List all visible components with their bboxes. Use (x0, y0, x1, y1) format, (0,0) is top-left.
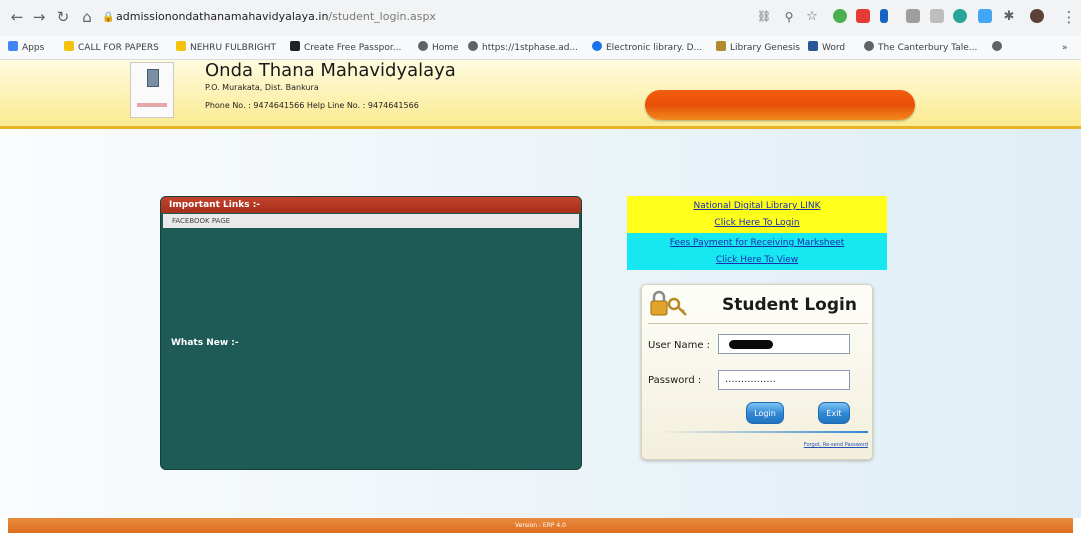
fees-view-link[interactable]: Click Here To View (627, 252, 887, 269)
footer: Version : ERP 4.0 (8, 518, 1073, 533)
address-bar[interactable]: 🔒 admissionondathanamahavidyalaya.in/stud… (102, 6, 742, 28)
ndl-box: National Digital Library LINK Click Here… (627, 196, 887, 233)
exit-button[interactable]: Exit (818, 402, 850, 424)
avatar[interactable] (1030, 9, 1044, 23)
bookmark-item[interactable]: Home (418, 41, 459, 55)
college-phone: Phone No. : 9474641566 Help Line No. : 9… (205, 101, 419, 110)
url-host: admissionondathanamahavidyalaya.in (116, 10, 329, 23)
password-field[interactable]: ................ (718, 370, 850, 390)
divider (664, 431, 868, 433)
back-arrow-icon[interactable]: ← (8, 8, 26, 26)
bookmark-item[interactable]: Library Genesis (716, 41, 800, 55)
password-label: Password : (648, 375, 702, 386)
login-button[interactable]: Login (746, 402, 784, 424)
divider (648, 323, 868, 324)
bookmark-item[interactable] (992, 41, 1006, 55)
extension-icon[interactable] (906, 9, 920, 23)
extension-icon[interactable] (880, 9, 888, 23)
puzzle-icon[interactable]: ✱ (1000, 8, 1018, 26)
bookmarks-bar: Apps CALL FOR PAPERS NEHRU FULBRIGHT Cre… (0, 36, 1081, 60)
ndl-link[interactable]: National Digital Library LINK (627, 196, 887, 215)
logo-text-strip (133, 91, 171, 99)
star-icon[interactable]: ☆ (803, 8, 821, 26)
home-icon[interactable]: ⌂ (78, 8, 96, 26)
bookmark-item[interactable]: NEHRU FULBRIGHT (176, 41, 276, 55)
bookmark-item[interactable]: Word (808, 41, 845, 55)
bookmark-site-icon (290, 41, 300, 51)
bookmark-item[interactable]: Electronic library. D... (592, 41, 702, 55)
globe-icon (864, 41, 874, 51)
extension-icon[interactable] (953, 9, 967, 23)
forward-arrow-icon[interactable]: → (30, 8, 48, 26)
extension-icon[interactable] (856, 9, 870, 23)
word-icon (808, 41, 818, 51)
login-title: Student Login (722, 295, 857, 315)
important-links-heading: Important Links :- (161, 197, 581, 213)
apps-icon (8, 41, 18, 51)
extension-icon[interactable] (978, 9, 992, 23)
college-address: P.O. Murakata, Dist. Bankura (205, 83, 319, 92)
lock-key-icon (650, 290, 687, 316)
fees-box: Fees Payment for Receiving Marksheet Cli… (627, 233, 887, 270)
more-menu-icon[interactable]: ⋮ (1060, 8, 1078, 26)
extension-icon[interactable] (833, 9, 847, 23)
bookmark-site-icon (716, 41, 726, 51)
globe-icon (592, 41, 602, 51)
important-links-panel: Important Links :- FACEBOOK PAGE Whats N… (160, 196, 582, 470)
username-label: User Name : (648, 340, 711, 351)
zoom-icon[interactable]: ⚲ (780, 8, 798, 26)
site-header (0, 60, 1081, 129)
ndl-login-link[interactable]: Click Here To Login (627, 215, 887, 232)
globe-icon (418, 41, 428, 51)
more-bookmarks-icon[interactable]: » (1062, 41, 1068, 55)
header-banner-pill (645, 90, 915, 120)
college-logo (130, 62, 174, 118)
reload-icon[interactable]: ↻ (54, 8, 72, 26)
redacted-username (729, 340, 773, 349)
globe-icon (468, 41, 478, 51)
forgot-password-link[interactable]: Forgot, Re-send Password (804, 442, 868, 448)
globe-icon (992, 41, 1002, 51)
extension-icon[interactable] (930, 9, 944, 23)
book-icon (147, 69, 159, 87)
bookmark-item[interactable]: The Canterbury Tale... (864, 41, 977, 55)
browser-toolbar: ← → ↻ ⌂ 🔒 admissionondathanamahavidyalaya… (0, 0, 1081, 36)
fees-payment-link[interactable]: Fees Payment for Receiving Marksheet (627, 233, 887, 252)
bookmark-apps[interactable]: Apps (8, 41, 44, 55)
whats-new-heading: Whats New :- (171, 338, 239, 348)
bookmark-item[interactable]: CALL FOR PAPERS (64, 41, 159, 55)
student-login-card: Student Login User Name : Password : ...… (641, 284, 873, 460)
facebook-page-link[interactable]: FACEBOOK PAGE (163, 214, 579, 228)
key-icon[interactable]: ⛓ (755, 8, 773, 26)
folder-icon (64, 41, 74, 51)
lock-icon: 🔒 (102, 12, 115, 23)
bookmark-item[interactable]: https://1stphase.ad... (468, 41, 578, 55)
url-path: /student_login.aspx (328, 10, 436, 23)
college-name: Onda Thana Mahavidyalaya (205, 60, 456, 81)
username-field[interactable] (718, 334, 850, 354)
logo-ribbon (137, 103, 167, 107)
bookmark-item[interactable]: Create Free Passpor... (290, 41, 401, 55)
folder-icon (176, 41, 186, 51)
